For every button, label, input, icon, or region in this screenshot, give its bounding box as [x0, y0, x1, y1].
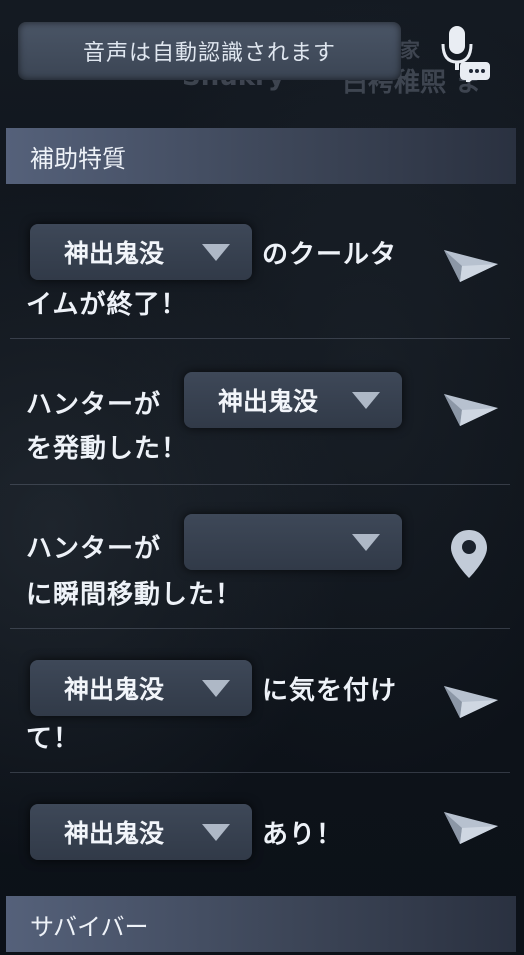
voice-recognition-banner: 音声は自動認識されます	[18, 22, 401, 80]
message-prefix: ハンターが	[26, 390, 162, 420]
message-text: あり！	[262, 820, 344, 850]
message-prefix: ハンターが	[26, 534, 162, 564]
paper-plane-icon[interactable]	[440, 388, 502, 436]
caret-down-icon	[352, 392, 380, 409]
location-dropdown[interactable]	[184, 514, 402, 570]
message-text: イムが終了！	[26, 290, 188, 320]
section-header-survivor: サバイバー	[6, 896, 516, 952]
section-title: 補助特質	[30, 144, 126, 173]
trait-dropdown[interactable]: 神出鬼没	[184, 372, 402, 428]
message-text: のクールタ	[262, 240, 398, 270]
message-text: に瞬間移動した！	[26, 580, 243, 610]
row-divider	[10, 484, 510, 485]
paper-plane-icon[interactable]	[440, 244, 502, 292]
message-text: て！	[26, 724, 81, 754]
trait-dropdown[interactable]: 神出鬼没	[30, 660, 252, 716]
row-divider	[10, 772, 510, 773]
caret-down-icon	[202, 244, 230, 261]
location-pin-icon[interactable]	[446, 526, 492, 582]
paper-plane-icon[interactable]	[440, 680, 502, 728]
trait-dropdown[interactable]: 神出鬼没	[30, 224, 252, 280]
paper-plane-icon[interactable]	[440, 806, 502, 854]
dropdown-value: 神出鬼没	[64, 675, 165, 704]
voice-recognition-text: 音声は自動認識されます	[82, 41, 336, 66]
dropdown-value: 神出鬼没	[64, 819, 165, 848]
microphone-chat-icon[interactable]	[436, 22, 492, 85]
caret-down-icon	[202, 680, 230, 697]
section-header-support-trait: 補助特質	[6, 128, 516, 184]
caret-down-icon	[202, 824, 230, 841]
message-text: に気を付け	[262, 676, 398, 706]
message-text: を発動した！	[26, 434, 189, 464]
trait-dropdown[interactable]: 神出鬼没	[30, 804, 252, 860]
section-title: サバイバー	[30, 912, 149, 941]
row-divider	[10, 628, 510, 629]
caret-down-icon	[352, 534, 380, 551]
row-divider	[10, 338, 510, 339]
dropdown-value: 神出鬼没	[64, 239, 165, 268]
dropdown-value: 神出鬼没	[218, 387, 319, 416]
